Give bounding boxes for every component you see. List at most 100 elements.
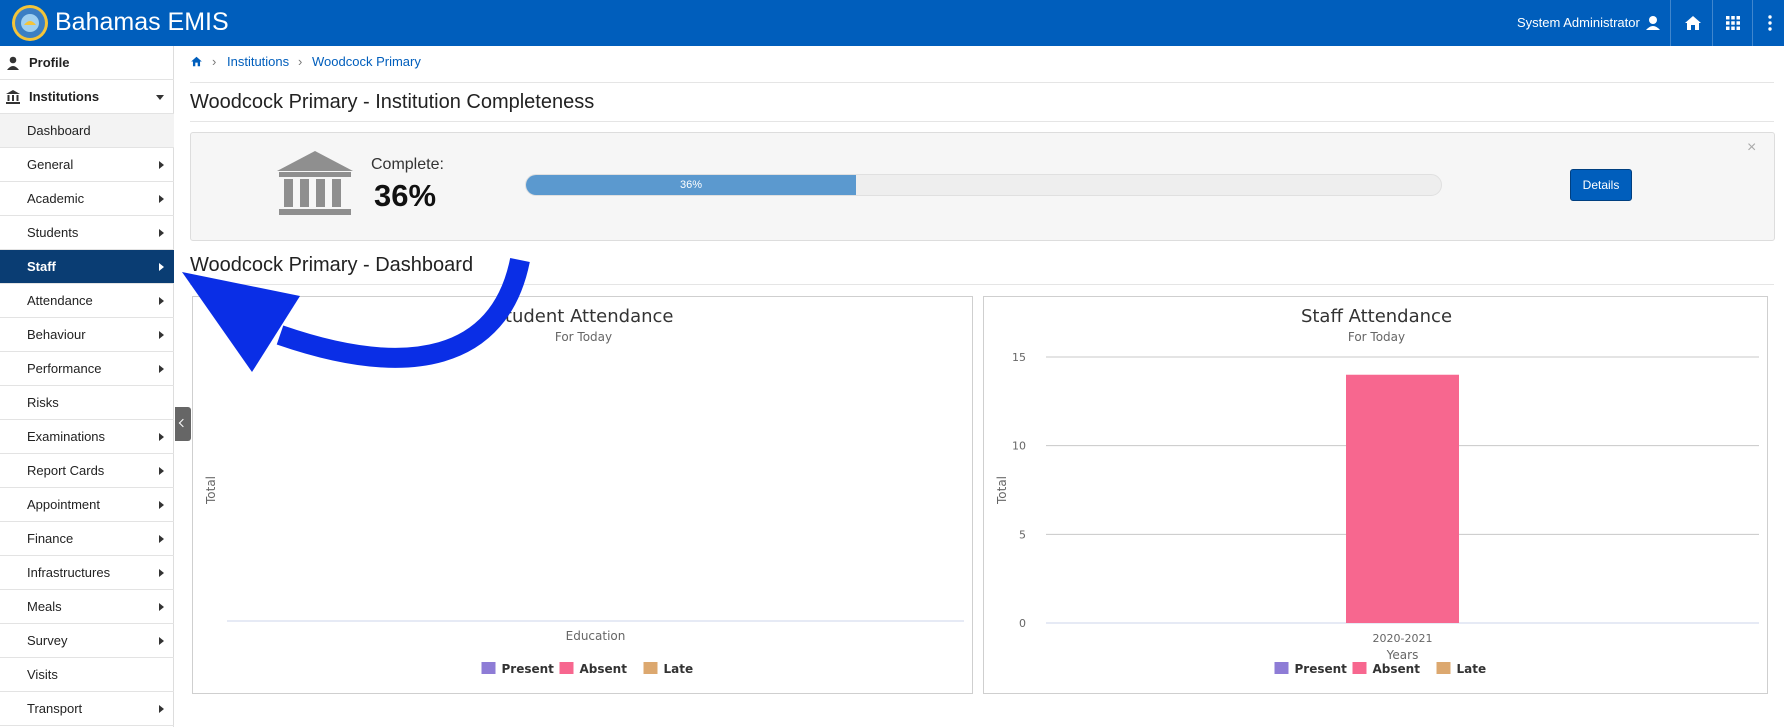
sidebar-item-label: Transport [27,701,83,716]
sidebar-item-label: Finance [27,531,74,546]
sidebar-item-label: Academic [27,191,85,206]
more-vertical-icon[interactable] [1759,12,1781,34]
y-axis-label: Total [204,476,218,505]
staff-attendance-chart: Staff Attendance For Today Total 0 5 10 15 2020… [983,296,1768,694]
y-tick-label: 15 [1012,351,1026,364]
legend-label-late: Late [664,662,694,676]
student-attendance-chart: Student Attendance For Today Total Educatio… [192,296,973,694]
sidebar-item-profile[interactable]: Profile [0,46,174,80]
legend-label-late: Late [1457,662,1487,676]
breadcrumb-separator: › [298,54,303,69]
sidebar-collapse-button[interactable] [175,407,191,441]
breadcrumb-woodcock-primary[interactable]: Woodcock Primary [312,54,421,70]
chevron-right-icon [159,705,164,713]
chevron-right-icon [159,297,164,305]
home-icon[interactable] [190,55,203,68]
top-header: Bahamas EMIS System Administrator [0,0,1784,46]
x-axis-label: Years [1386,648,1419,662]
completeness-panel: Complete: 36% 36% Details × [190,132,1775,241]
brand-title[interactable]: Bahamas EMIS [55,7,229,37]
legend-swatch-absent [1352,662,1367,674]
chevron-down-icon [156,95,164,100]
sidebar-item-survey[interactable]: Survey [0,624,174,658]
chevron-right-icon [159,263,164,271]
divider [190,284,1774,285]
details-button[interactable]: Details [1570,169,1632,201]
chart-title: Staff Attendance [1301,306,1452,327]
sidebar-item-label: Risks [27,395,59,410]
sidebar-item-label: Dashboard [27,123,91,138]
sidebar-item-label: Infrastructures [27,565,111,580]
breadcrumb-institutions[interactable]: Institutions [227,54,289,70]
legend-label-present: Present [1295,662,1348,676]
sidebar-item-label: Performance [27,361,102,376]
y-tick-label: 5 [1019,528,1026,541]
user-icon [7,56,19,70]
sidebar-item-institutions[interactable]: Institutions [0,80,174,114]
sidebar-item-dashboard[interactable]: Dashboard [0,114,174,148]
sidebar-item-label: Appointment [27,497,100,512]
sidebar-item-behaviour[interactable]: Behaviour [0,318,174,352]
bank-icon [6,90,20,104]
sidebar-item-finance[interactable]: Finance [0,522,174,556]
page-title: Woodcock Primary - Institution Completen… [190,91,595,113]
sidebar-item-performance[interactable]: Performance [0,352,174,386]
legend-label-present: Present [502,662,555,676]
y-tick-label: 10 [1012,440,1026,453]
chevron-right-icon [159,637,164,645]
x-axis-label: Education [566,629,626,643]
complete-value: 36% [374,178,437,213]
completeness-progress-bar: 36% [525,174,1442,196]
sidebar-item-label: Survey [27,633,68,648]
bar-absent [1346,374,1459,623]
header-divider [1712,0,1713,46]
apps-grid-icon[interactable] [1722,12,1744,34]
close-icon[interactable]: × [1747,140,1756,156]
sidebar-item-report-cards[interactable]: Report Cards [0,454,174,488]
chevron-right-icon [159,161,164,169]
home-icon[interactable] [1682,12,1704,34]
chevron-right-icon [159,535,164,543]
sidebar-item-label: Visits [27,667,58,682]
sidebar-item-risks[interactable]: Risks [0,386,174,420]
sidebar-item-academic[interactable]: Academic [0,182,174,216]
legend-swatch-late [1436,662,1451,674]
chevron-right-icon [159,603,164,611]
breadcrumb-separator: › [212,54,217,69]
sidebar-item-label: Institutions [29,89,100,104]
sidebar-item-meals[interactable]: Meals [0,590,174,624]
progress-label: 36% [680,179,703,191]
header-divider [1752,0,1753,46]
sidebar-item-attendance[interactable]: Attendance [0,284,174,318]
legend-label-absent: Absent [580,662,628,676]
sidebar-item-staff[interactable]: Staff [0,250,174,284]
y-tick-label: 0 [1019,617,1026,630]
legend-swatch-late [643,662,658,674]
header-divider [1670,0,1671,46]
legend-swatch-present [1274,662,1289,674]
sidebar-item-label: General [27,157,74,172]
chevron-right-icon [159,195,164,203]
emis-logo-icon[interactable] [10,3,50,43]
chevron-right-icon [159,229,164,237]
x-tick-label: 2020-2021 [1373,632,1433,645]
sidebar-item-general[interactable]: General [0,148,174,182]
user-name[interactable]: System Administrator [1517,15,1640,31]
user-icon[interactable] [1642,12,1664,34]
staff-attendance-chart-svg: Staff Attendance For Today Total 0 5 10 15 2020… [995,306,1759,676]
chevron-right-icon [159,331,164,339]
bank-icon [277,151,353,215]
sidebar-item-appointment[interactable]: Appointment [0,488,174,522]
sidebar: Profile Institutions Dashboard General A… [0,46,174,727]
sidebar-item-examinations[interactable]: Examinations [0,420,174,454]
sidebar-item-infrastructures[interactable]: Infrastructures [0,556,174,590]
sidebar-item-students[interactable]: Students [0,216,174,250]
chevron-right-icon [159,467,164,475]
sidebar-item-transport[interactable]: Transport [0,692,174,726]
chevron-right-icon [159,501,164,509]
progress-fill: 36% [526,175,857,195]
divider [190,121,1774,122]
complete-label: Complete: [371,156,444,173]
sidebar-item-label: Report Cards [27,463,105,478]
sidebar-item-visits[interactable]: Visits [0,658,174,692]
